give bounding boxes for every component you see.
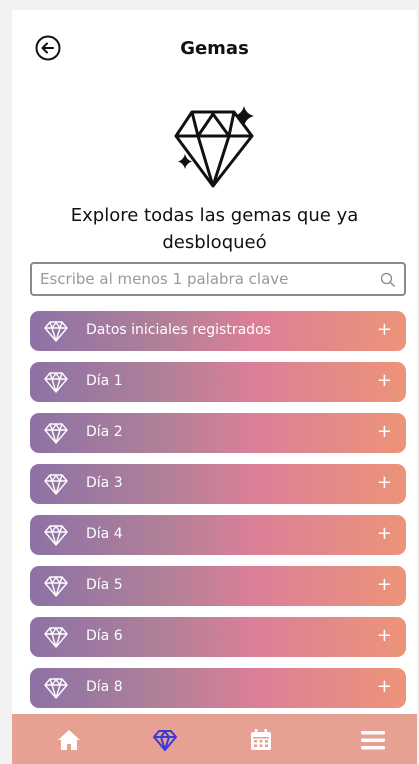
- nav-home[interactable]: [56, 727, 82, 753]
- menu-icon: [361, 731, 385, 750]
- gem-row-day-1[interactable]: Día 1 +: [30, 362, 406, 402]
- diamond-icon: [44, 627, 68, 648]
- expand-plus-icon[interactable]: +: [377, 319, 392, 340]
- nav-calendar[interactable]: [248, 727, 274, 753]
- nav-menu[interactable]: [360, 727, 386, 753]
- expand-plus-icon[interactable]: +: [377, 370, 392, 391]
- gem-row-day-2[interactable]: Día 2 +: [30, 413, 406, 453]
- bottom-nav: [12, 714, 417, 764]
- diamond-icon: [153, 730, 177, 751]
- diamond-icon: [44, 678, 68, 699]
- header: Gemas: [12, 10, 417, 86]
- home-icon: [58, 730, 80, 750]
- gem-row-label: Día 8: [86, 679, 123, 695]
- gems-list: Datos iniciales registrados + Día 1 + Dí…: [30, 311, 406, 719]
- diamond-icon: [44, 372, 68, 393]
- gem-row-label: Día 6: [86, 628, 123, 644]
- expand-plus-icon[interactable]: +: [377, 421, 392, 442]
- search-input[interactable]: [40, 264, 370, 294]
- gem-row-label: Día 4: [86, 526, 123, 542]
- expand-plus-icon[interactable]: +: [377, 472, 392, 493]
- diamond-sparkle-icon: [172, 104, 260, 190]
- nav-gems[interactable]: [152, 727, 178, 753]
- expand-plus-icon[interactable]: +: [377, 574, 392, 595]
- page-subtitle: Explore todas las gemas que ya desbloque…: [70, 205, 359, 253]
- diamond-icon: [44, 525, 68, 546]
- expand-plus-icon[interactable]: +: [377, 676, 392, 697]
- calendar-icon: [251, 729, 271, 750]
- gem-row-initial-data[interactable]: Datos iniciales registrados +: [30, 311, 406, 351]
- gem-row-day-6[interactable]: Día 6 +: [30, 617, 406, 657]
- expand-plus-icon[interactable]: +: [377, 625, 392, 646]
- search-box: [30, 262, 406, 296]
- diamond-icon: [44, 321, 68, 342]
- diamond-icon: [44, 474, 68, 495]
- page-title: Gemas: [180, 38, 249, 59]
- gem-row-label: Día 2: [86, 424, 123, 440]
- gem-row-day-4[interactable]: Día 4 +: [30, 515, 406, 555]
- diamond-icon: [44, 423, 68, 444]
- gem-row-label: Día 5: [86, 577, 123, 593]
- gem-row-day-3[interactable]: Día 3 +: [30, 464, 406, 504]
- expand-plus-icon[interactable]: +: [377, 523, 392, 544]
- gem-row-day-5[interactable]: Día 5 +: [30, 566, 406, 606]
- gem-row-label: Día 1: [86, 373, 123, 389]
- gem-row-label: Día 3: [86, 475, 123, 491]
- app-screen: Gemas Explore todas las gemas que ya des…: [12, 10, 417, 764]
- gem-row-label: Datos iniciales registrados: [86, 322, 271, 338]
- search-icon[interactable]: [380, 272, 396, 288]
- gem-row-day-8[interactable]: Día 8 +: [30, 668, 406, 708]
- diamond-icon: [44, 576, 68, 597]
